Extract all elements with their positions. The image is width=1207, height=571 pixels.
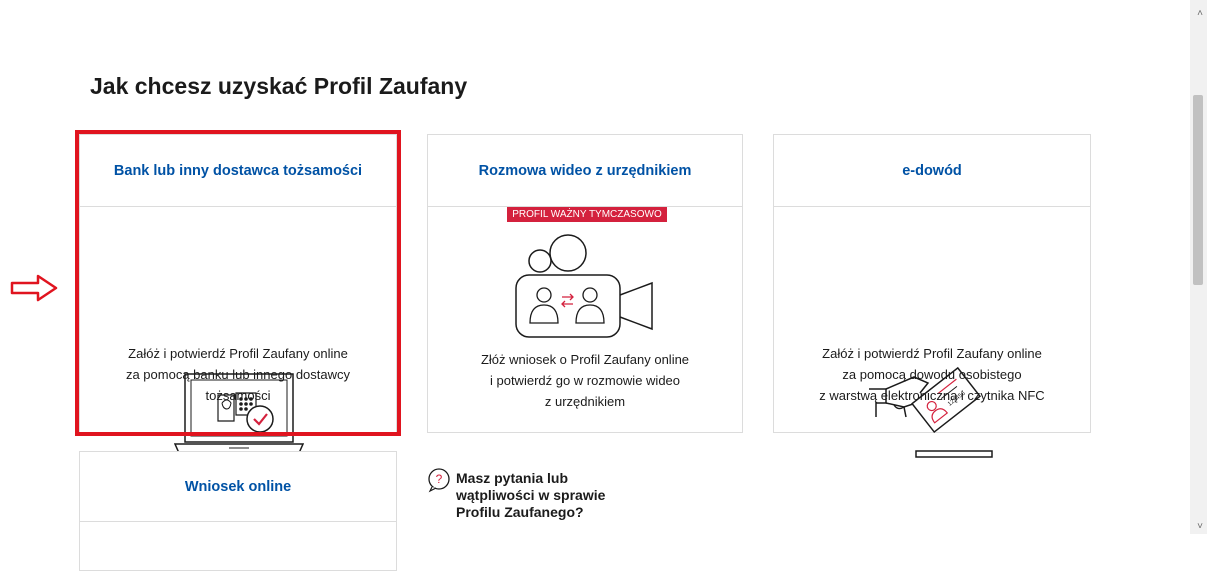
scroll-up-arrow-icon[interactable]: ˄ [1197, 8, 1203, 19]
question-circle-icon: ? [428, 468, 450, 493]
card-bank-title: Bank lub inny dostawca tożsamości [80, 135, 396, 207]
card-wniosek-online[interactable]: Wniosek online [79, 451, 397, 571]
card-e-dowod[interactable]: e-dowód 123456 Załóż i potwierdź Profil … [773, 134, 1091, 458]
scrollbar[interactable]: ˄ ˅ [1190, 0, 1207, 534]
scrollbar-thumb[interactable] [1193, 95, 1203, 285]
card-video-description: Złóż wniosek o Profil Zaufany online i p… [480, 352, 690, 409]
svg-text:?: ? [436, 472, 443, 486]
temporary-profile-badge: PROFIL WAŻNY TYMCZASOWO [507, 207, 667, 222]
scroll-down-arrow-icon[interactable]: ˅ [1197, 521, 1203, 532]
card-bank-description: Załóż i potwierdź Profil Zaufany online … [125, 346, 351, 403]
card-video[interactable]: Rozmowa wideo z urzędnikiem PROFIL WAŻNY… [427, 134, 743, 433]
card-bank[interactable]: Bank lub inny dostawca tożsamości Załóż … [79, 134, 397, 454]
video-camera-people-icon [515, 234, 653, 338]
right-arrow-icon [10, 274, 58, 302]
card-video-title: Rozmowa wideo z urzędnikiem [428, 135, 742, 207]
card-wniosek-online-title: Wniosek online [80, 452, 396, 522]
card-e-dowod-description: Załóż i potwierdź Profil Zaufany online … [819, 346, 1045, 403]
card-e-dowod-title: e-dowód [774, 135, 1090, 207]
faq-link[interactable]: Masz pytania lub wątpliwości w sprawie P… [456, 470, 626, 521]
page-title: Jak chcesz uzyskać Profil Zaufany [90, 73, 468, 99]
